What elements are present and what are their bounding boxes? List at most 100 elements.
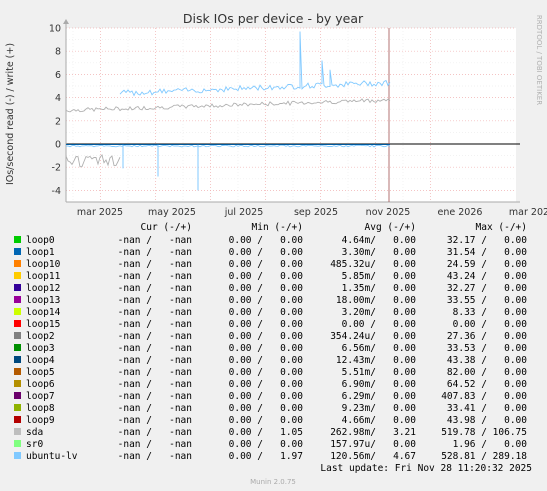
legend-series-name: ubuntu-lv xyxy=(26,451,78,462)
legend-max-value: 528.81 / 289.18 xyxy=(441,451,527,462)
legend-swatch xyxy=(14,284,21,291)
legend-max-value: 33.55 / 0.00 xyxy=(447,295,527,306)
legend-min-value: 0.00 / 0.00 xyxy=(229,247,304,258)
legend-min-value: 0.00 / 0.00 xyxy=(229,379,304,390)
legend-series-name: loop0 xyxy=(26,235,55,246)
legend-min-value: 0.00 / 0.00 xyxy=(229,283,304,294)
legend-min-value: 0.00 / 0.00 xyxy=(229,259,304,270)
legend-min-value: 0.00 / 1.05 xyxy=(229,427,303,438)
legend-swatch xyxy=(14,344,21,351)
legend-cur-value: -nan / -nan xyxy=(118,367,192,378)
legend-min-value: 0.00 / 0.00 xyxy=(229,235,304,246)
legend-max-value: 8.33 / 0.00 xyxy=(453,307,528,318)
legend-min-value: 0.00 / 0.00 xyxy=(229,319,304,330)
legend-avg-value: 1.35m/ 0.00 xyxy=(342,283,417,294)
legend-min-value: 0.00 / 0.00 xyxy=(229,391,304,402)
y-axis-arrow xyxy=(63,19,69,24)
x-tick-label: jul 2025 xyxy=(224,207,264,218)
legend-cur-value: -nan / -nan xyxy=(118,295,192,306)
legend-series-name: loop7 xyxy=(26,391,55,402)
legend-max-value: 519.78 / 106.75 xyxy=(441,427,527,438)
legend-avg-value: 12.43m/ 0.00 xyxy=(336,355,416,366)
legend-series-name: loop13 xyxy=(26,295,60,306)
legend-series-name: loop9 xyxy=(26,415,55,426)
munin-version: Munin 2.0.75 xyxy=(250,478,296,486)
x-tick-label: nov 2025 xyxy=(366,207,411,218)
legend-max-value: 32.17 / 0.00 xyxy=(447,235,527,246)
legend-min-value: 0.00 / 0.00 xyxy=(229,331,304,342)
legend-avg-value: 5.51m/ 0.00 xyxy=(342,367,417,378)
legend-cur-value: -nan / -nan xyxy=(118,271,192,282)
legend-series-name: loop1 xyxy=(26,247,55,258)
legend-swatch xyxy=(14,332,21,339)
legend-swatch xyxy=(14,440,21,447)
x-tick-label: ene 2026 xyxy=(438,207,483,218)
legend-max-value: 24.59 / 0.00 xyxy=(447,259,527,270)
legend-min-value: 0.00 / 0.00 xyxy=(229,439,304,450)
legend-avg-value: 4.64m/ 0.00 xyxy=(342,235,417,246)
legend-swatch xyxy=(14,428,21,435)
legend-cur-value: -nan / -nan xyxy=(118,439,192,450)
legend-min-value: 0.00 / 1.97 xyxy=(229,451,303,462)
y-tick-label: 10 xyxy=(49,24,61,35)
legend-swatch xyxy=(14,320,21,327)
y-tick-label: 2 xyxy=(55,116,61,127)
legend-series-name: loop11 xyxy=(26,271,61,282)
legend-swatch xyxy=(14,368,21,375)
legend-min-value: 0.00 / 0.00 xyxy=(229,403,304,414)
legend-min-value: 0.00 / 0.00 xyxy=(229,355,304,366)
legend-column-header: Cur (-/+) xyxy=(141,222,192,233)
legend-swatch xyxy=(14,380,21,387)
plot-area xyxy=(66,28,516,202)
legend-max-value: 82.00 / 0.00 xyxy=(447,367,527,378)
legend-min-value: 0.00 / 0.00 xyxy=(229,367,304,378)
legend-avg-value: 157.97u/ 0.00 xyxy=(330,439,416,450)
legend-series-name: loop8 xyxy=(26,403,55,414)
legend-cur-value: -nan / -nan xyxy=(118,403,192,414)
legend-swatch xyxy=(14,452,21,459)
legend-max-value: 0.00 / 0.00 xyxy=(453,319,528,330)
y-tick-label: -4 xyxy=(52,186,61,197)
rrdtool-credit: RRDTOOL / TOBI OETIKER xyxy=(535,15,543,105)
legend-cur-value: -nan / -nan xyxy=(118,355,192,366)
legend-avg-value: 354.24u/ 0.00 xyxy=(330,331,416,342)
legend-min-value: 0.00 / 0.00 xyxy=(229,415,304,426)
legend-swatch xyxy=(14,236,21,243)
legend-cur-value: -nan / -nan xyxy=(118,247,192,258)
legend-avg-value: 9.23m/ 0.00 xyxy=(342,403,417,414)
legend-max-value: 31.54 / 0.00 xyxy=(447,247,527,258)
legend-series-name: loop12 xyxy=(26,283,60,294)
legend-cur-value: -nan / -nan xyxy=(118,307,192,318)
legend-min-value: 0.00 / 0.00 xyxy=(229,271,304,282)
legend-swatch xyxy=(14,404,21,411)
legend-column-header: Max (-/+) xyxy=(476,222,527,233)
x-tick-label: mar 2026 xyxy=(509,207,547,218)
legend-cur-value: -nan / -nan xyxy=(118,415,192,426)
x-tick-label: may 2025 xyxy=(148,207,196,218)
legend-cur-value: -nan / -nan xyxy=(118,427,192,438)
legend-avg-value: 18.00m/ 0.00 xyxy=(336,295,416,306)
y-tick-label: 6 xyxy=(55,70,61,81)
legend-column-header: Min (-/+) xyxy=(252,222,303,233)
legend-cur-value: -nan / -nan xyxy=(118,319,192,330)
legend-series-name: sda xyxy=(26,427,43,438)
x-tick-label: sep 2025 xyxy=(294,207,338,218)
y-tick-label: 4 xyxy=(55,93,61,104)
legend-max-value: 32.27 / 0.00 xyxy=(447,283,527,294)
legend-cur-value: -nan / -nan xyxy=(118,343,192,354)
legend-avg-value: 6.29m/ 0.00 xyxy=(342,391,417,402)
legend-cur-value: -nan / -nan xyxy=(118,451,192,462)
legend-avg-value: 5.85m/ 0.00 xyxy=(342,271,417,282)
y-tick-label: -2 xyxy=(52,163,61,174)
legend-avg-value: 4.66m/ 0.00 xyxy=(342,415,417,426)
legend-max-value: 27.36 / 0.00 xyxy=(447,331,527,342)
x-tick-label: mar 2025 xyxy=(77,207,123,218)
legend-series-name: sr0 xyxy=(26,439,43,450)
legend-cur-value: -nan / -nan xyxy=(118,235,192,246)
legend-max-value: 407.83 / 0.00 xyxy=(441,391,527,402)
y-axis-label: IOs/second read (-) / write (+) xyxy=(5,43,16,185)
legend-swatch xyxy=(14,392,21,399)
legend-swatch xyxy=(14,296,21,303)
legend-max-value: 43.38 / 0.00 xyxy=(447,355,527,366)
legend-series-name: loop6 xyxy=(26,379,55,390)
